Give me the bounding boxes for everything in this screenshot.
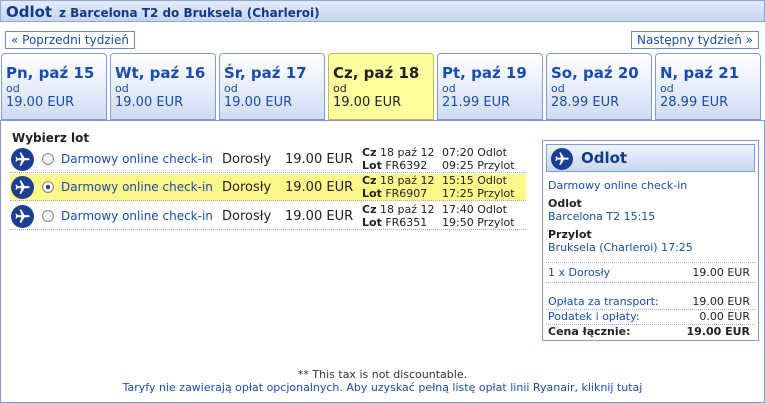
day-tab[interactable]: So, paź 20 od 28.99 EUR (546, 53, 652, 120)
flight-radio[interactable] (42, 153, 54, 165)
checkin-link[interactable]: Darmowy online check-in (61, 152, 213, 166)
flight-day: Cz (362, 203, 377, 216)
airplane-icon (11, 205, 34, 228)
day-tab-name: Pn, paź 15 (6, 64, 95, 82)
flight-day: Cz (362, 146, 377, 159)
flight-number: FR6351 (385, 216, 428, 229)
day-tab[interactable]: N, paź 21 od 28.99 EUR (655, 53, 761, 120)
day-tab-from: od (224, 82, 238, 95)
summary-pax-value: 19.00 EUR (692, 266, 750, 279)
arrival-time: 09:25 Przylot (442, 159, 515, 172)
day-tab-name: Cz, paź 18 (333, 64, 420, 82)
day-tab-price: 28.99 EUR (660, 95, 729, 110)
summary-departure-label: Odlot (548, 197, 582, 210)
day-tab-price: 19.00 EUR (224, 95, 293, 110)
title-bar: Odlot z Barcelona T2 do Bruksela (Charle… (0, 0, 765, 22)
flight-lot-label: Lot (362, 187, 382, 200)
day-tab-name: Pt, paź 19 (442, 64, 527, 82)
route-subtitle: z Barcelona T2 do Bruksela (Charleroi) (59, 6, 320, 20)
summary-total-value: 19.00 EUR (686, 325, 750, 338)
flight-price: 19.00 EUR (285, 209, 354, 224)
day-tab-from: od (333, 82, 347, 95)
summary-transport-label: Opłata za transport: (548, 295, 659, 308)
summary-checkin: Darmowy online check-in (548, 179, 688, 192)
day-tab-name: Wt, paź 16 (115, 64, 206, 82)
divider (546, 262, 755, 263)
day-tab[interactable]: Wt, paź 16 od 19.00 EUR (110, 53, 216, 120)
flight-lot-label: Lot (362, 216, 382, 229)
day-tab-from: od (660, 82, 674, 95)
day-tab-name: So, paź 20 (551, 64, 639, 82)
flight-date-line: Cz 18 paź 12 (362, 174, 434, 187)
flight-price: 19.00 EUR (285, 180, 354, 195)
checkin-link[interactable]: Darmowy online check-in (61, 209, 213, 223)
flight-radio-checked[interactable] (42, 181, 54, 193)
departure-time: 17:40 Odlot (442, 203, 507, 216)
summary-transport-value: 19.00 EUR (692, 295, 750, 308)
flight-number-line: Lot FR6392 (362, 159, 427, 172)
summary-tax-label: Podatek i opłaty: (548, 310, 640, 323)
flight-radio[interactable] (42, 210, 54, 222)
day-tab-price: 28.99 EUR (551, 95, 620, 110)
passenger-type: Dorosły (222, 180, 272, 195)
day-tab-name: Śr, paź 17 (224, 64, 307, 82)
flight-lot-label: Lot (362, 159, 382, 172)
day-tab-price: 21.99 EUR (442, 95, 511, 110)
summary-tax-value: 0.00 EUR (699, 310, 750, 323)
flight-price: 19.00 EUR (285, 152, 354, 167)
flight-date-line: Cz 18 paź 12 (362, 146, 434, 159)
summary-arrival-label: Przylot (548, 228, 592, 241)
prev-week-button[interactable]: « Poprzedni tydzień (5, 31, 135, 49)
next-week-button[interactable]: Następny tydzień » (630, 31, 759, 49)
day-tab[interactable]: Pn, paź 15 od 19.00 EUR (1, 53, 107, 120)
arrival-time: 19:50 Przylot (442, 216, 515, 229)
summary-arrival-value: Bruksela (Charleroi) 17:25 (548, 241, 693, 254)
day-tab-from: od (551, 82, 565, 95)
summary-pax-label: 1 x Dorosły (548, 266, 611, 279)
day-tab-price: 19.00 EUR (6, 95, 75, 110)
flight-number-line: Lot FR6907 (362, 187, 427, 200)
flight-day: Cz (362, 174, 377, 187)
select-flight-heading: Wybierz lot (12, 131, 90, 145)
summary-title: Odlot (581, 149, 628, 167)
passenger-type: Dorosły (222, 152, 272, 167)
flight-number: FR6907 (385, 187, 428, 200)
day-tab-price: 19.00 EUR (333, 95, 402, 110)
tax-note: ** This tax is not discountable. (297, 368, 468, 381)
flight-date: 18 paź 12 (379, 146, 435, 159)
day-tab-from: od (115, 82, 129, 95)
flight-date: 18 paź 12 (379, 174, 435, 187)
day-tab[interactable]: Pt, paź 19 od 21.99 EUR (437, 53, 543, 120)
passenger-type: Dorosły (222, 209, 272, 224)
checkin-link[interactable]: Darmowy online check-in (61, 180, 213, 194)
arrival-time: 17:25 Przylot (442, 187, 515, 200)
departure-time: 15:15 Odlot (442, 174, 507, 187)
day-tab-name: N, paź 21 (660, 64, 740, 82)
divider (546, 282, 755, 283)
flight-date: 18 paź 12 (379, 203, 435, 216)
day-tab-from: od (442, 82, 456, 95)
page-title: Odlot (6, 3, 53, 21)
airplane-icon (11, 148, 34, 171)
departure-time: 07:20 Odlot (442, 146, 507, 159)
flight-row-selected[interactable]: Darmowy online check-in Dorosły 19.00 EU… (10, 174, 526, 201)
day-tab[interactable]: Śr, paź 17 od 19.00 EUR (219, 53, 325, 120)
flight-number-line: Lot FR6351 (362, 216, 427, 229)
day-tab-selected[interactable]: Cz, paź 18 od 19.00 EUR (328, 53, 434, 120)
flight-date-line: Cz 18 paź 12 (362, 203, 434, 216)
airplane-icon (11, 176, 34, 199)
flight-number: FR6392 (385, 159, 428, 172)
summary-departure-value: Barcelona T2 15:15 (548, 210, 656, 223)
summary-total-label: Cena łącznie: (548, 325, 631, 338)
summary-header: Odlot (546, 144, 755, 172)
day-tab-from: od (6, 82, 20, 95)
day-tab-price: 19.00 EUR (115, 95, 184, 110)
airplane-icon (551, 148, 573, 170)
booking-summary: Odlot Darmowy online check-in Odlot Barc… (542, 140, 759, 341)
flight-row[interactable]: Darmowy online check-in Dorosły 19.00 EU… (10, 146, 526, 173)
fees-link[interactable]: Taryfy nie zawierają opłat opcjonalnych.… (0, 381, 765, 394)
flight-row[interactable]: Darmowy online check-in Dorosły 19.00 EU… (10, 203, 526, 230)
